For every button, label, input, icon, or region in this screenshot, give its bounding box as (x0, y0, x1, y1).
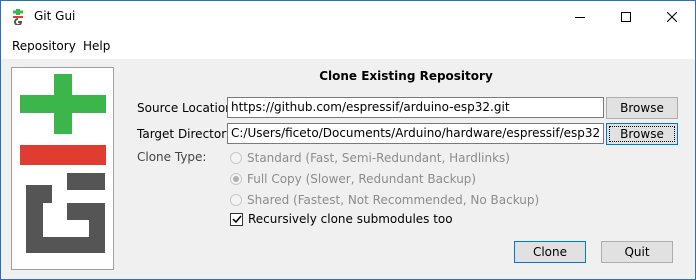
minimize-button[interactable] (557, 1, 603, 33)
clone-type-full-copy-label: Full Copy (Slower, Redundant Backup) (247, 172, 477, 186)
clone-type-label: Clone Type: (137, 150, 207, 164)
clone-type-standard[interactable]: Standard (Fast, Semi-Redundant, Hardlink… (230, 151, 510, 165)
minimize-icon (575, 17, 585, 18)
git-logo-image (20, 74, 106, 253)
recursive-label: Recursively clone submodules too (248, 212, 453, 226)
quit-button[interactable]: Quit (601, 241, 673, 263)
clone-type-shared[interactable]: Shared (Fastest, Not Recommended, No Bac… (230, 193, 539, 207)
source-location-input[interactable]: https://github.com/espressif/arduino-esp… (227, 97, 604, 118)
maximize-icon (621, 12, 631, 22)
menu-repository[interactable]: Repository (12, 39, 76, 53)
target-directory-input[interactable]: C:/Users/ficeto/Documents/Arduino/hardwa… (227, 123, 604, 144)
recursive-checkbox[interactable] (230, 212, 243, 226)
clone-button[interactable]: Clone (514, 241, 586, 263)
git-logo-panel (11, 67, 114, 270)
close-button[interactable] (649, 1, 695, 33)
menu-help[interactable]: Help (83, 39, 110, 53)
clone-type-full-copy[interactable]: Full Copy (Slower, Redundant Backup) (230, 172, 476, 186)
radio-full-copy[interactable] (230, 173, 242, 185)
browse-source-button[interactable]: Browse (606, 97, 678, 119)
dialog-heading: Clone Existing Repository (319, 69, 493, 83)
close-icon (667, 12, 677, 22)
git-app-icon (13, 9, 23, 25)
menu-bar: Repository Help (1, 33, 695, 59)
radio-standard[interactable] (230, 152, 242, 164)
radio-shared[interactable] (230, 194, 242, 206)
clone-type-shared-label: Shared (Fastest, Not Recommended, No Bac… (247, 193, 540, 207)
clone-type-standard-label: Standard (Fast, Semi-Redundant, Hardlink… (247, 151, 510, 165)
window-title: Git Gui (34, 9, 76, 23)
title-bar[interactable]: Git Gui (1, 1, 695, 33)
browse-target-button[interactable]: Browse (606, 123, 678, 145)
recursive-submodules-option[interactable]: Recursively clone submodules too (230, 212, 453, 226)
source-location-label: Source Location: (137, 101, 237, 115)
maximize-button[interactable] (603, 1, 649, 33)
checkmark-icon (231, 215, 242, 224)
target-directory-label: Target Directory: (137, 127, 237, 141)
git-gui-window: Git Gui Repository Help Clone Existing R… (0, 0, 696, 280)
